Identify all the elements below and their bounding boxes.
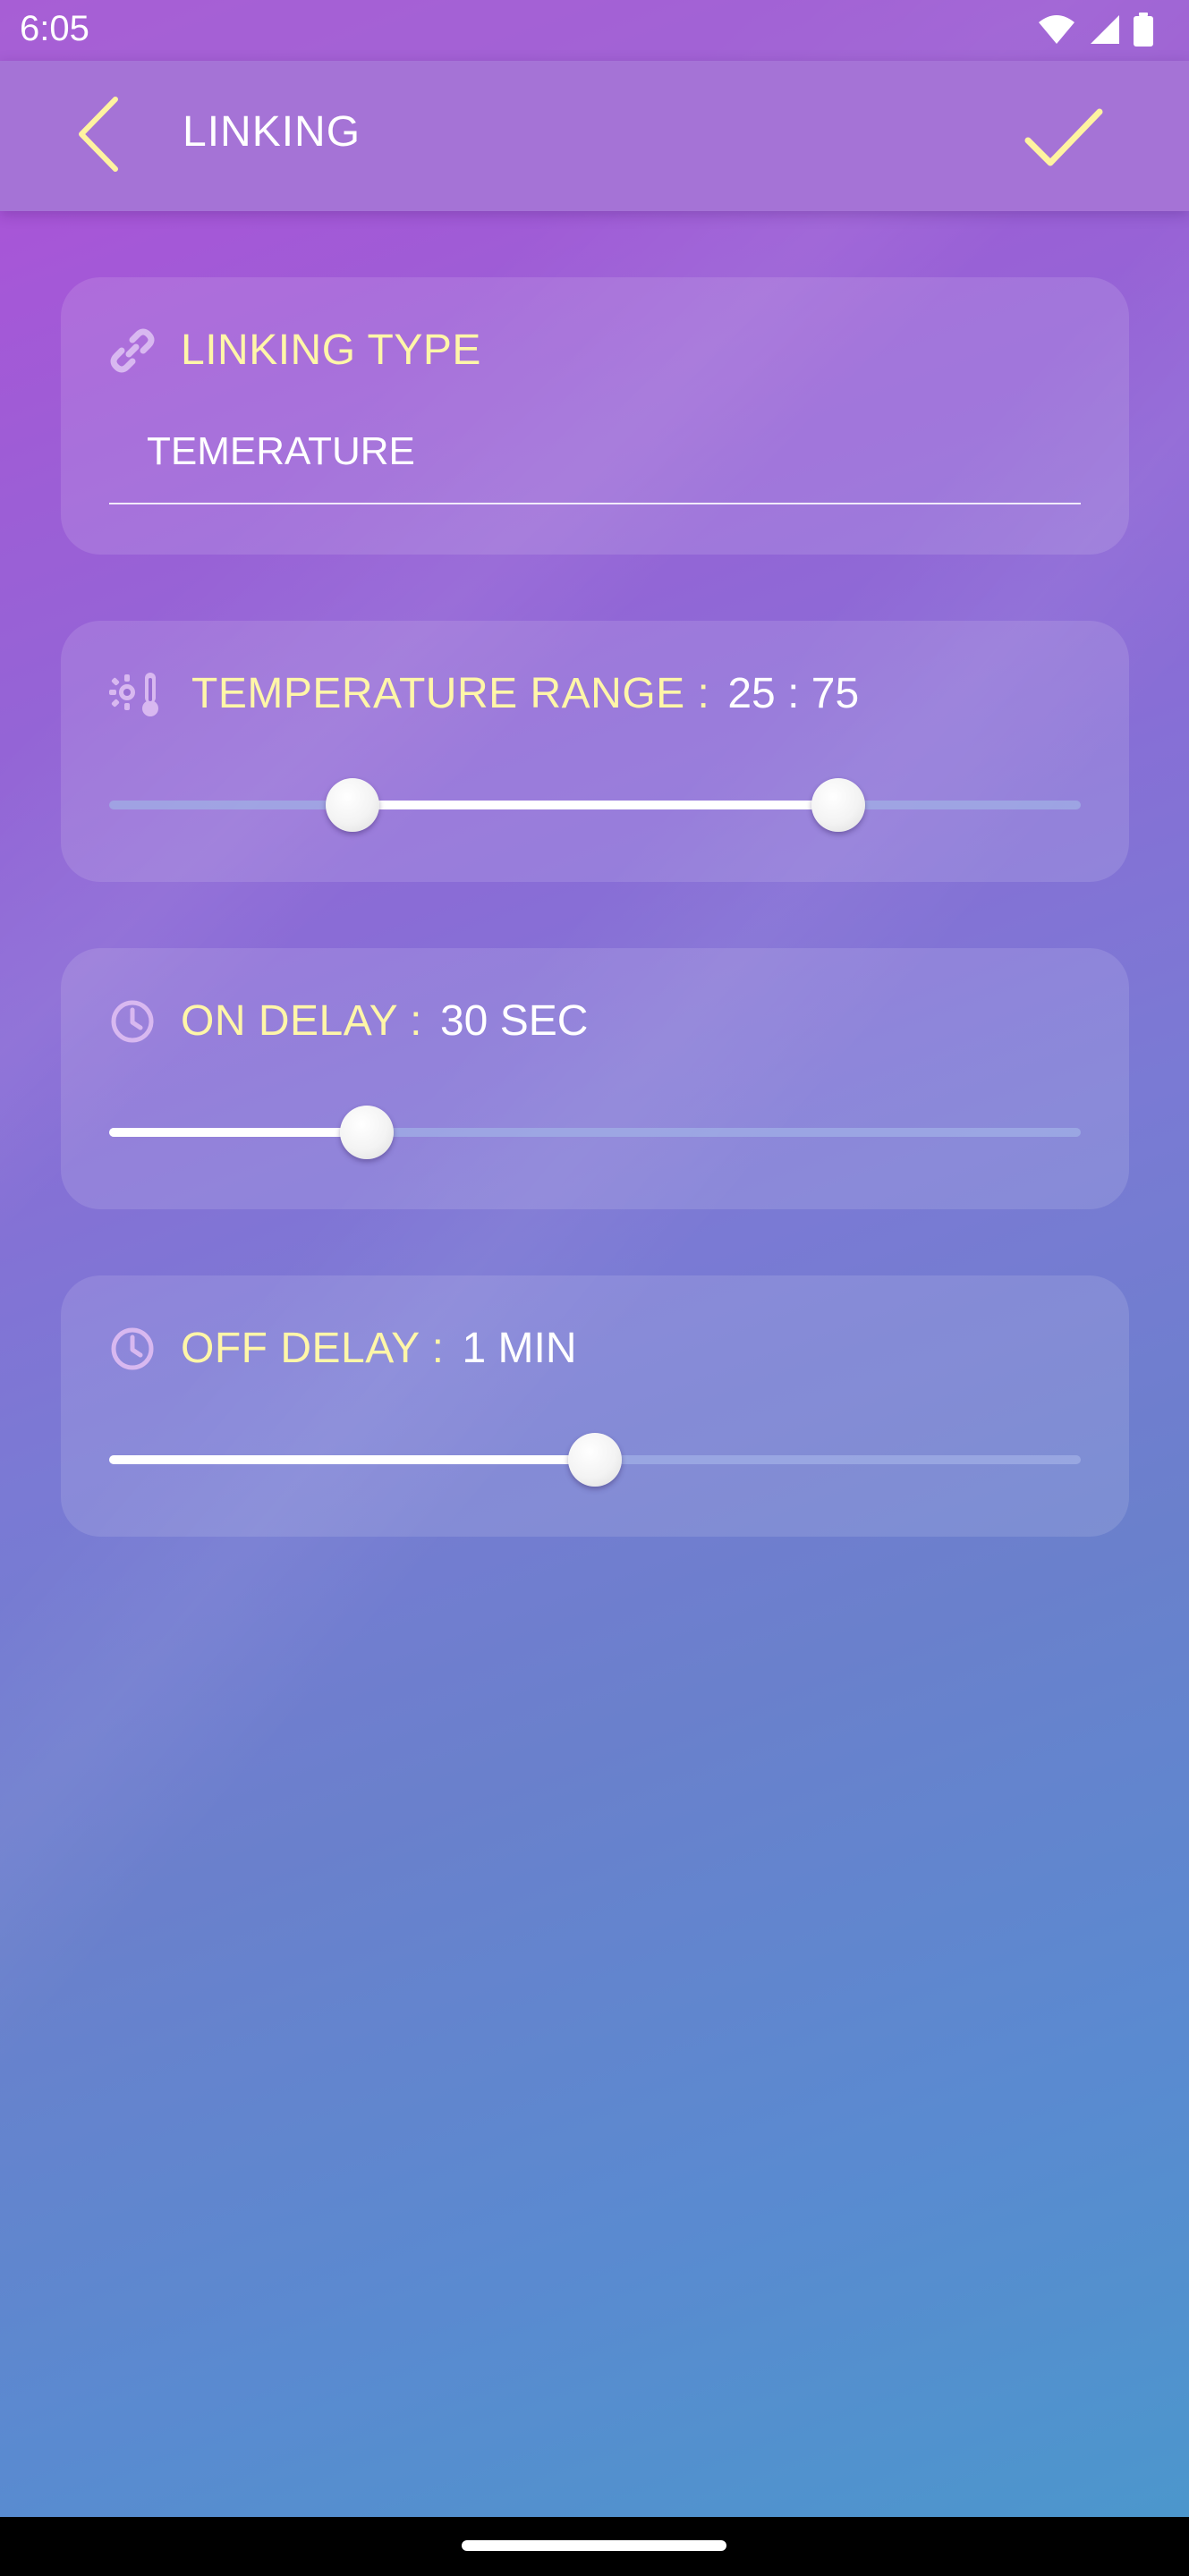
status-icons	[1037, 13, 1153, 47]
linking-type-header: LINKING TYPE	[109, 326, 481, 375]
slider-track-fill	[352, 801, 838, 809]
slider-thumb-low[interactable]	[325, 778, 379, 832]
on-delay-label: ON DELAY :	[181, 997, 422, 1045]
signal-icon	[1089, 13, 1121, 46]
system-nav-bar	[0, 2517, 1189, 2576]
slider-thumb[interactable]	[568, 1433, 622, 1487]
slider-track-fill	[109, 1128, 367, 1137]
slider-track-fill	[109, 1455, 595, 1464]
back-button[interactable]	[63, 89, 134, 179]
temperature-range-value: 25 : 75	[727, 670, 860, 717]
on-delay-header: ON DELAY : 30 SEC	[109, 996, 588, 1046]
slider-thumb-high[interactable]	[811, 778, 865, 832]
home-indicator[interactable]	[462, 2540, 726, 2551]
on-delay-value: 30 SEC	[439, 997, 589, 1045]
field-underline	[109, 503, 1081, 504]
slider-thumb[interactable]	[339, 1106, 394, 1159]
temperature-range-card: TEMPERATURE RANGE : 25 : 75	[61, 621, 1129, 882]
temperature-range-header: TEMPERATURE RANGE : 25 : 75	[109, 669, 859, 718]
off-delay-label: OFF DELAY :	[181, 1325, 445, 1372]
off-delay-value: 1 MIN	[462, 1325, 577, 1372]
off-delay-card: OFF DELAY : 1 MIN	[61, 1275, 1129, 1537]
status-bar: 6:05	[0, 0, 1189, 61]
thermostat-icon	[109, 671, 165, 717]
off-delay-slider[interactable]	[109, 1433, 1081, 1487]
temperature-range-slider[interactable]	[109, 778, 1081, 832]
wifi-icon	[1037, 13, 1076, 46]
confirm-button[interactable]	[1019, 93, 1108, 182]
status-time: 6:05	[20, 9, 89, 48]
on-delay-slider[interactable]	[109, 1106, 1081, 1159]
linking-type-card: LINKING TYPE TEMERATURE	[61, 277, 1129, 555]
page-title: LINKING	[183, 108, 361, 156]
off-delay-header: OFF DELAY : 1 MIN	[109, 1324, 576, 1373]
app-bar: LINKING	[0, 61, 1189, 211]
temperature-range-label: TEMPERATURE RANGE :	[191, 670, 710, 717]
link-icon	[109, 327, 156, 374]
check-icon	[1023, 106, 1104, 169]
on-delay-card: ON DELAY : 30 SEC	[61, 948, 1129, 1209]
linking-type-label: LINKING TYPE	[181, 326, 481, 374]
clock-icon	[109, 998, 156, 1045]
linking-type-field[interactable]: TEMERATURE	[147, 429, 415, 474]
clock-icon	[109, 1326, 156, 1372]
chevron-left-icon	[76, 96, 121, 173]
battery-icon	[1134, 13, 1153, 47]
